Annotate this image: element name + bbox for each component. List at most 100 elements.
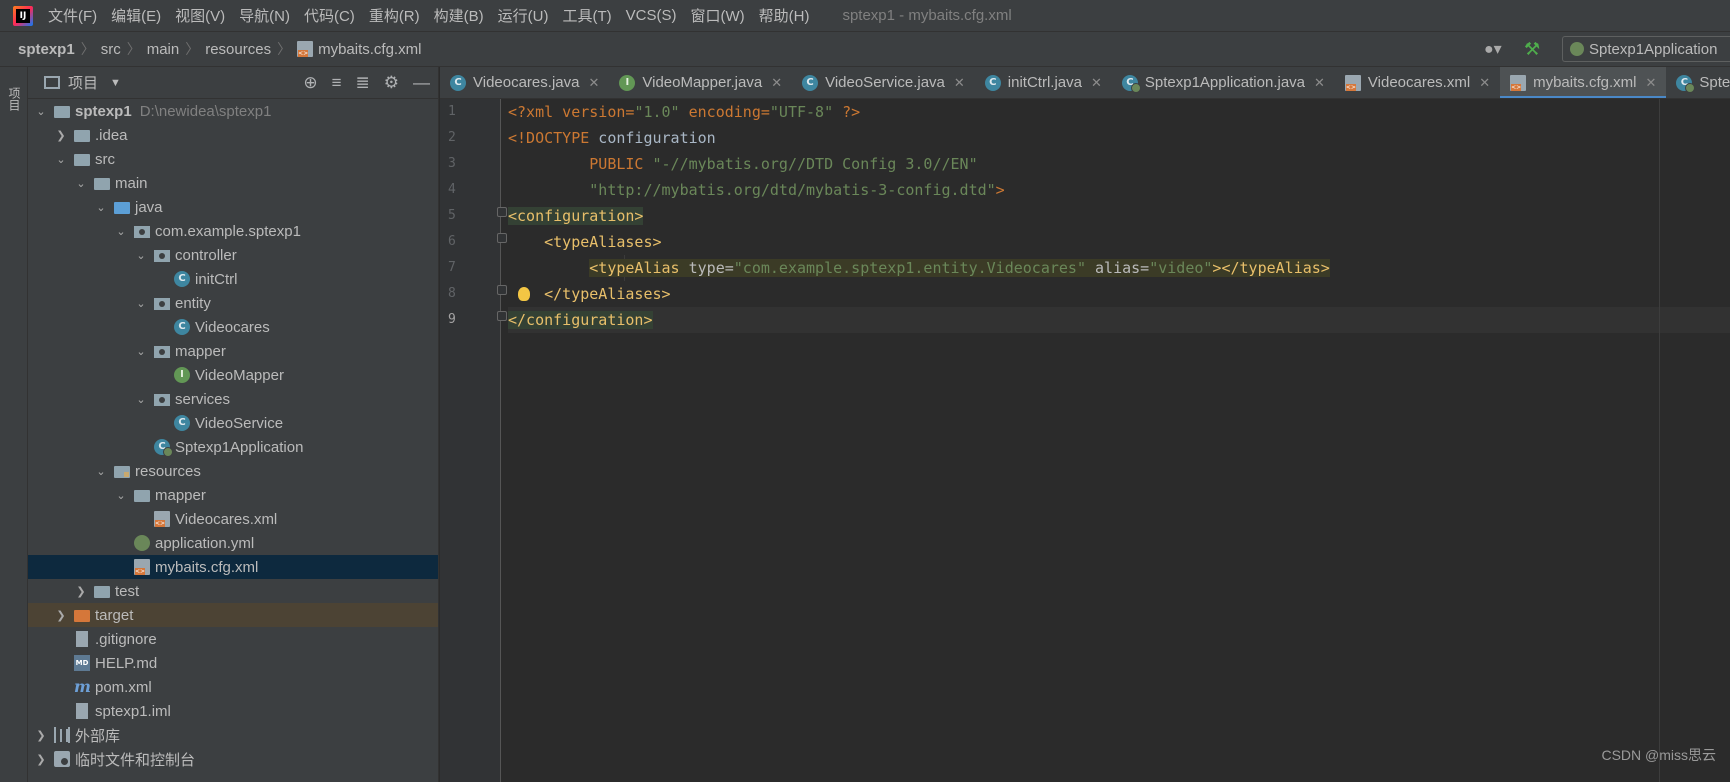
close-icon[interactable]: ✕ bbox=[588, 75, 599, 91]
menu-navigate[interactable]: 导航(N) bbox=[232, 5, 297, 26]
project-tool-tab[interactable]: 项目 bbox=[5, 75, 23, 123]
tab-videocares-xml[interactable]: Videocares.xml ✕ bbox=[1335, 67, 1500, 98]
close-icon[interactable]: ✕ bbox=[1645, 75, 1656, 91]
tree-item-target[interactable]: ❯ target bbox=[28, 603, 438, 627]
tree-item-gitignore[interactable]: .gitignore bbox=[28, 627, 438, 651]
tree-item-mybaits-cfg[interactable]: mybaits.cfg.xml bbox=[28, 555, 438, 579]
tree-item-videomapper[interactable]: I VideoMapper bbox=[28, 363, 438, 387]
menu-code[interactable]: 代码(C) bbox=[297, 5, 362, 26]
chevron-down-icon[interactable]: ⌄ bbox=[134, 393, 148, 406]
tree-item-entity[interactable]: ⌄ entity bbox=[28, 291, 438, 315]
menu-run[interactable]: 运行(U) bbox=[491, 5, 556, 26]
tab-videomapper-java[interactable]: I VideoMapper.java ✕ bbox=[609, 67, 792, 98]
tree-item-application[interactable]: C Sptexp1Application bbox=[28, 435, 438, 459]
tree-item-src[interactable]: ⌄ src bbox=[28, 147, 438, 171]
tree-item-videocares-xml[interactable]: Videocares.xml bbox=[28, 507, 438, 531]
locate-file-icon[interactable]: ⊕ bbox=[303, 73, 317, 93]
tree-item-controller[interactable]: ⌄ controller bbox=[28, 243, 438, 267]
tree-item-initctrl[interactable]: CinitCtrl bbox=[28, 267, 438, 291]
user-icon[interactable]: ●▾ bbox=[1484, 39, 1514, 59]
tab-initctrl-java[interactable]: CinitCtrl.java ✕ bbox=[975, 67, 1112, 98]
tab-sptexp1application-java[interactable]: C Sptexp1Application.java ✕ bbox=[1112, 67, 1335, 98]
breadcrumb-src[interactable]: src bbox=[101, 41, 121, 58]
expand-all-icon[interactable]: ≡ bbox=[332, 73, 342, 93]
breadcrumb-project[interactable]: sptexp1 bbox=[18, 41, 75, 58]
menu-file[interactable]: 文件(F) bbox=[41, 5, 104, 26]
typealiases-close-tag: </typeAliases> bbox=[544, 285, 671, 303]
tab-videoservice-java[interactable]: C VideoService.java ✕ bbox=[792, 67, 975, 98]
tree-item-videoservice[interactable]: C VideoService bbox=[28, 411, 438, 435]
fold-marker-icon[interactable] bbox=[497, 311, 507, 321]
tree-item-services[interactable]: ⌄ services bbox=[28, 387, 438, 411]
code-area[interactable]: <?xml version="1.0" encoding="UTF-8" ?> … bbox=[508, 99, 1730, 782]
menu-build[interactable]: 构建(B) bbox=[427, 5, 491, 26]
menu-vcs[interactable]: VCS(S) bbox=[619, 7, 684, 24]
tab-sptexp1-overflow[interactable]: C Spte bbox=[1666, 67, 1730, 98]
breadcrumb-main[interactable]: main bbox=[147, 41, 180, 58]
chevron-down-icon[interactable]: ⌄ bbox=[94, 465, 108, 478]
close-icon[interactable]: ✕ bbox=[954, 75, 965, 91]
chevron-right-icon[interactable]: ❯ bbox=[34, 753, 48, 766]
gear-icon[interactable]: ⚙ bbox=[384, 73, 399, 93]
tree-item-idea[interactable]: ❯ .idea bbox=[28, 123, 438, 147]
project-panel-title[interactable]: 项目 bbox=[68, 72, 98, 93]
run-configuration-select[interactable]: Sptexp1Application bbox=[1562, 36, 1730, 62]
menu-refactor[interactable]: 重构(R) bbox=[362, 5, 427, 26]
chevron-down-icon[interactable]: ⌄ bbox=[114, 225, 128, 238]
alias-attr-value: "video" bbox=[1149, 259, 1213, 277]
hide-icon[interactable]: — bbox=[413, 73, 430, 93]
fold-marker-icon[interactable] bbox=[497, 285, 507, 295]
fold-marker-icon[interactable] bbox=[497, 233, 507, 243]
breadcrumb-resources[interactable]: resources bbox=[205, 41, 271, 58]
tree-item-pom[interactable]: m pom.xml bbox=[28, 675, 438, 699]
chevron-right-icon[interactable]: ❯ bbox=[34, 729, 48, 742]
close-icon[interactable]: ✕ bbox=[1314, 75, 1325, 91]
chevron-down-icon[interactable]: ▼ bbox=[110, 77, 121, 89]
chevron-right-icon[interactable]: ❯ bbox=[54, 609, 68, 622]
chevron-down-icon[interactable]: ⌄ bbox=[134, 345, 148, 358]
build-hammer-icon[interactable]: ⚒ bbox=[1524, 39, 1550, 60]
chevron-down-icon[interactable]: ⌄ bbox=[74, 177, 88, 190]
library-icon bbox=[54, 727, 70, 743]
tree-item-java[interactable]: ⌄ java bbox=[28, 195, 438, 219]
tree-item-help-md[interactable]: MD HELP.md bbox=[28, 651, 438, 675]
chevron-down-icon[interactable]: ⌄ bbox=[134, 249, 148, 262]
close-icon[interactable]: ✕ bbox=[771, 75, 782, 91]
tree-item-mapper-folder[interactable]: ⌄ mapper bbox=[28, 483, 438, 507]
tab-videocares-java[interactable]: C Videocares.java ✕ bbox=[440, 67, 609, 98]
menu-help[interactable]: 帮助(H) bbox=[752, 5, 817, 26]
tree-item-package-root[interactable]: ⌄ com.example.sptexp1 bbox=[28, 219, 438, 243]
fold-marker-icon[interactable] bbox=[497, 207, 507, 217]
chevron-down-icon[interactable]: ⌄ bbox=[34, 105, 48, 118]
chevron-down-icon[interactable]: ⌄ bbox=[54, 153, 68, 166]
chevron-down-icon[interactable]: ⌄ bbox=[134, 297, 148, 310]
tree-item-test[interactable]: ❯ test bbox=[28, 579, 438, 603]
close-icon[interactable]: ✕ bbox=[1091, 75, 1102, 91]
menu-tools[interactable]: 工具(T) bbox=[555, 5, 618, 26]
menu-view[interactable]: 视图(V) bbox=[168, 5, 232, 26]
tree-item-mapper-pkg[interactable]: ⌄ mapper bbox=[28, 339, 438, 363]
breadcrumb-file[interactable]: mybaits.cfg.xml bbox=[318, 41, 421, 58]
chevron-down-icon[interactable]: ⌄ bbox=[94, 201, 108, 214]
menu-edit[interactable]: 编辑(E) bbox=[104, 5, 168, 26]
tab-mybaits-cfg-xml[interactable]: mybaits.cfg.xml ✕ bbox=[1500, 67, 1667, 98]
tree-item-scratches[interactable]: ❯ 临时文件和控制台 bbox=[28, 747, 438, 771]
tree-label: sptexp1 bbox=[75, 102, 132, 120]
tree-label: pom.xml bbox=[95, 678, 152, 696]
spring-class-icon: C bbox=[154, 439, 173, 457]
doctype-close: > bbox=[995, 181, 1005, 199]
tree-item-resources[interactable]: ⌄ resources bbox=[28, 459, 438, 483]
code-editor[interactable]: 1 2 3 4 5 6 7 8 9 <?xml version="1.0" en… bbox=[440, 99, 1730, 782]
chevron-down-icon[interactable]: ⌄ bbox=[114, 489, 128, 502]
tree-item-videocares[interactable]: C Videocares bbox=[28, 315, 438, 339]
menu-window[interactable]: 窗口(W) bbox=[683, 5, 751, 26]
tree-item-external-libs[interactable]: ❯ 外部库 bbox=[28, 723, 438, 747]
tree-item-application-yml[interactable]: application.yml bbox=[28, 531, 438, 555]
collapse-all-icon[interactable]: ≣ bbox=[356, 73, 370, 93]
chevron-right-icon[interactable]: ❯ bbox=[54, 129, 68, 142]
close-icon[interactable]: ✕ bbox=[1479, 75, 1490, 91]
tree-item-iml[interactable]: sptexp1.iml bbox=[28, 699, 438, 723]
tree-item-sptexp1[interactable]: ⌄ sptexp1 D:\newidea\sptexp1 bbox=[28, 99, 438, 123]
chevron-right-icon[interactable]: ❯ bbox=[74, 585, 88, 598]
tree-item-main[interactable]: ⌄ main bbox=[28, 171, 438, 195]
